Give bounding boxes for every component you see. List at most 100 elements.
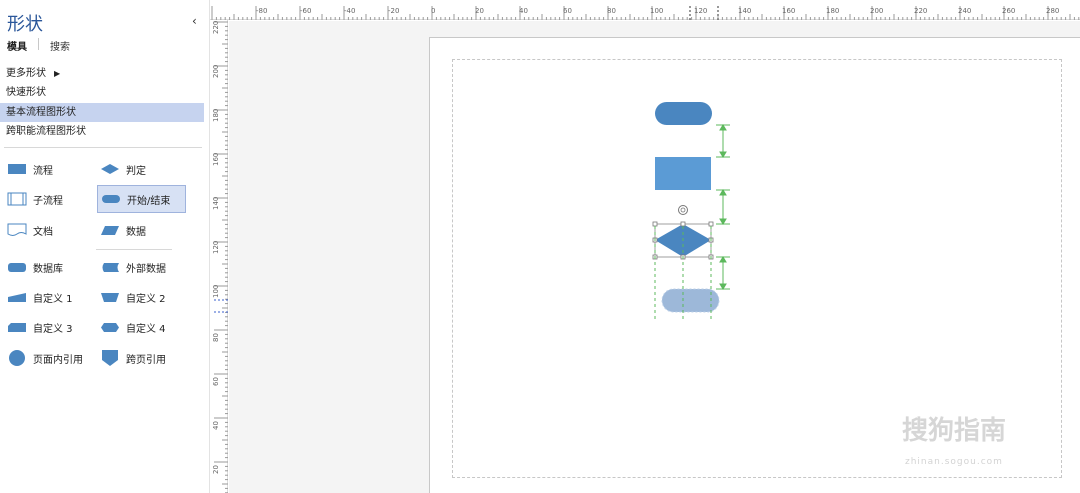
ruler-label: -80 (256, 7, 268, 15)
tab-stencils[interactable]: 模具 (7, 38, 27, 53)
start-terminator-shape[interactable] (655, 102, 712, 125)
ruler-label: 260 (1002, 7, 1016, 15)
shape-custom-2[interactable]: 自定义 2 (100, 286, 186, 308)
rotate-handle-icon[interactable] (678, 205, 688, 215)
shape-external-data[interactable]: 外部数据 (100, 256, 186, 278)
shape-label: 子流程 (33, 195, 63, 207)
ruler-label: 120 (694, 7, 708, 15)
panel-divider (4, 147, 202, 148)
ruler-label: 40 (212, 421, 220, 430)
shape-label: 自定义 2 (126, 293, 166, 305)
shape-label: 自定义 1 (33, 293, 73, 305)
ruler-label: 80 (607, 7, 616, 15)
ruler-label: 200 (870, 7, 884, 15)
ruler-label: 60 (212, 377, 220, 386)
database-icon (8, 263, 26, 272)
spacing-indicators (716, 124, 730, 290)
process-icon (8, 164, 26, 174)
custom3-icon (8, 323, 26, 332)
shape-label: 数据库 (33, 263, 63, 275)
ruler-label: 60 (563, 7, 572, 15)
ruler-label: 20 (475, 7, 484, 15)
ruler-label: 220 (212, 20, 220, 34)
data-icon (101, 226, 119, 235)
ruler-label: -20 (388, 7, 400, 15)
shapes-divider (96, 249, 172, 250)
menu-item-more-shapes[interactable]: 更多形状 ▶ (0, 64, 204, 83)
menu-item-label: 快速形状 (6, 87, 46, 98)
shape-label: 文档 (33, 226, 53, 238)
terminator-icon (102, 195, 120, 203)
on-page-reference-icon (9, 350, 25, 366)
tab-search[interactable]: 搜索 (50, 38, 70, 53)
watermark-text: 搜狗指南 (902, 416, 1007, 446)
shape-label: 页面内引用 (33, 354, 83, 366)
menu-item-label: 基本流程图形状 (6, 107, 76, 118)
process-shape[interactable] (655, 157, 711, 190)
menu-item-label: 跨职能流程图形状 (6, 126, 86, 137)
shape-database[interactable]: 数据库 (7, 256, 93, 278)
shape-label: 开始/结束 (127, 195, 171, 207)
ghost-terminator-shape (661, 288, 720, 313)
shape-decision[interactable]: 判定 (100, 158, 186, 180)
menu-item-cross-functional[interactable]: 跨职能流程图形状 (0, 122, 204, 141)
custom4-icon (101, 323, 119, 332)
ruler-label: 120 (212, 240, 220, 254)
horizontal-ruler-ticks (211, 6, 1080, 20)
watermark-url: zhinan.sogou.com (905, 457, 1003, 467)
ruler-label: 140 (738, 7, 752, 15)
decision-icon (101, 164, 119, 174)
ruler-label: -60 (300, 7, 312, 15)
shape-custom-4[interactable]: 自定义 4 (100, 316, 186, 338)
document-icon (7, 223, 27, 236)
custom1-icon (8, 293, 26, 302)
shapes-panel: 形状 ‹ 模具 搜索 更多形状 ▶ 快速形状 基本流程图形状 跨职能流程图形状 流… (0, 0, 210, 493)
visio-window: 形状 ‹ 模具 搜索 更多形状 ▶ 快速形状 基本流程图形状 跨职能流程图形状 流… (0, 0, 1080, 493)
ruler-label: 200 (212, 64, 220, 78)
ruler-label: -40 (344, 7, 356, 15)
shape-document[interactable]: 文档 (7, 219, 93, 241)
shape-label: 自定义 4 (126, 323, 166, 335)
shape-subprocess[interactable]: 子流程 (7, 188, 93, 210)
ruler-label: 140 (212, 196, 220, 210)
shape-label: 跨页引用 (126, 354, 166, 366)
shape-label: 流程 (33, 165, 53, 177)
shape-terminator[interactable]: 开始/结束 (97, 185, 186, 213)
shape-custom-1[interactable]: 自定义 1 (7, 286, 93, 308)
ruler-label: 100 (212, 284, 220, 298)
custom2-icon (101, 293, 119, 302)
shape-on-page-reference[interactable]: 页面内引用 (7, 347, 93, 369)
external-data-icon (102, 263, 119, 272)
menu-item-quick-shapes[interactable]: 快速形状 (0, 83, 204, 102)
ruler-label: 100 (650, 7, 664, 15)
ruler-label: 0 (431, 7, 436, 15)
ruler-label: 20 (212, 465, 220, 474)
ruler-label: 180 (826, 7, 840, 15)
shape-data[interactable]: 数据 (100, 219, 186, 241)
shape-label: 自定义 3 (33, 323, 73, 335)
ruler-label: 80 (212, 333, 220, 342)
ruler-label: 280 (1046, 7, 1060, 15)
collapse-panel-icon[interactable]: ‹ (192, 14, 197, 28)
menu-item-basic-flowchart[interactable]: 基本流程图形状 (0, 103, 204, 122)
ruler-label: 240 (958, 7, 972, 15)
shape-label: 判定 (126, 165, 146, 177)
shape-custom-3[interactable]: 自定义 3 (7, 316, 93, 338)
menu-item-label: 更多形状 (6, 68, 46, 79)
shape-label: 数据 (126, 226, 146, 238)
ruler-label: 160 (782, 7, 796, 15)
ruler-label: 220 (914, 7, 928, 15)
watermark-logo: 搜狗指南 (902, 410, 1006, 447)
vertical-ruler[interactable]: 220 200 180 160 140 120 100 80 60 40 20 (210, 20, 228, 493)
shape-label: 外部数据 (126, 263, 166, 275)
subprocess-icon (7, 192, 27, 206)
tab-separator (38, 38, 39, 50)
panel-title: 形状 (7, 14, 43, 35)
ruler-label: 160 (212, 152, 220, 166)
ruler-label: 40 (519, 7, 528, 15)
shape-off-page-reference[interactable]: 跨页引用 (100, 347, 186, 369)
shape-process[interactable]: 流程 (7, 158, 93, 180)
off-page-reference-icon (102, 350, 118, 366)
horizontal-ruler[interactable]: -80 -60 -40 -20 0 20 40 60 80 100 120 14… (210, 0, 1080, 20)
submenu-arrow-icon: ▶ (54, 69, 61, 78)
